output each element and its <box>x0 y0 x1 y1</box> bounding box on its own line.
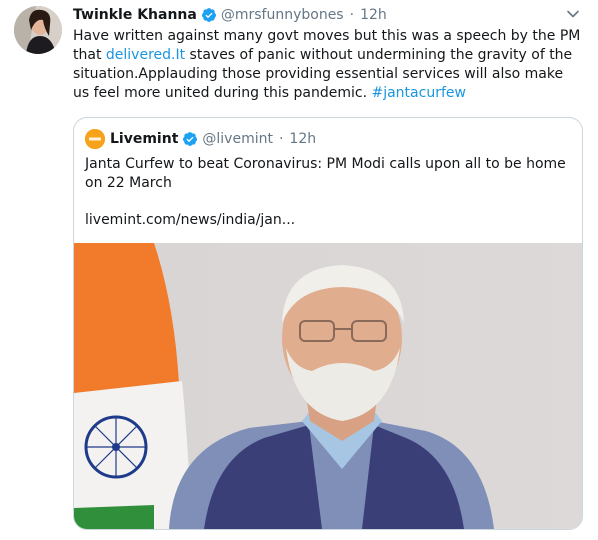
tweet[interactable]: Twinkle Khanna @mrsfunnybones · 12h Have… <box>0 0 598 540</box>
quoted-tweet-header: Livemint @livemint · 12h <box>85 129 316 149</box>
quoted-tweet-timestamp[interactable]: 12h <box>289 131 316 147</box>
quoted-tweet-text: Janta Curfew to beat Coronavirus: PM Mod… <box>85 156 566 191</box>
tweet-header: Twinkle Khanna @mrsfunnybones · 12h <box>73 5 387 25</box>
quoted-author-name[interactable]: Livemint <box>110 131 178 147</box>
verified-badge-icon <box>201 7 217 23</box>
verified-badge-icon <box>182 131 198 147</box>
quoted-author-handle[interactable]: @livemint <box>202 131 273 147</box>
author-handle[interactable]: @mrsfunnybones <box>221 7 344 23</box>
tweet-timestamp[interactable]: 12h <box>360 7 387 23</box>
quoted-tweet-url[interactable]: livemint.com/news/india/jan... <box>85 211 295 230</box>
quoted-author-avatar <box>85 129 105 149</box>
author-name[interactable]: Twinkle Khanna <box>73 7 197 23</box>
separator-dot: · <box>278 131 284 147</box>
separator-dot: · <box>349 7 355 23</box>
tweet-text: Have written against many govt moves but… <box>73 27 583 103</box>
quoted-tweet-card[interactable]: Livemint @livemint · 12h Janta Curfew to… <box>73 117 583 530</box>
tweet-link[interactable]: delivered.It <box>106 47 185 63</box>
author-avatar[interactable] <box>14 6 62 54</box>
chevron-down-icon[interactable] <box>566 6 580 20</box>
hashtag-link[interactable]: #jantacurfew <box>371 85 465 101</box>
quoted-tweet-image[interactable] <box>74 243 582 529</box>
